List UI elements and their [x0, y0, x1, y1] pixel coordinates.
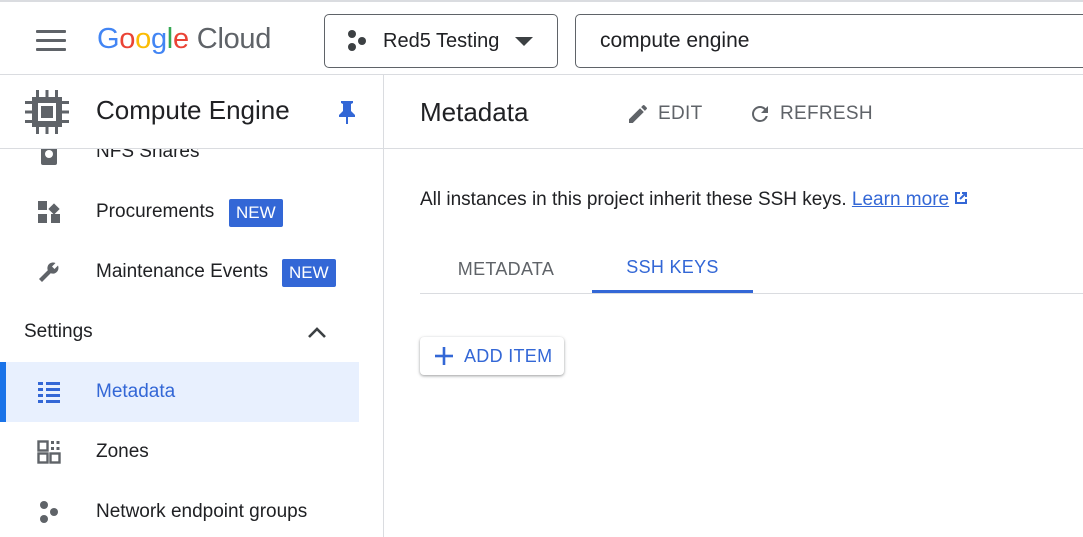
sidebar-item-metadata[interactable]: Metadata — [0, 362, 359, 422]
edit-button[interactable]: EDIT — [626, 99, 702, 129]
add-item-button[interactable]: ADD ITEM — [420, 337, 564, 375]
sidebar-item-label: Zones — [96, 441, 149, 462]
chevron-up-icon — [308, 327, 326, 338]
plus-icon — [435, 347, 453, 365]
ssh-info-text: All instances in this project inherit th… — [420, 189, 970, 211]
add-item-label: ADD ITEM — [464, 345, 553, 366]
sidebar-item-procurements[interactable]: Procurements NEW — [0, 182, 359, 242]
network-endpoint-icon — [40, 501, 58, 523]
refresh-label: REFRESH — [780, 103, 873, 124]
tab-ssh-keys[interactable]: SSH KEYS — [592, 245, 753, 293]
top-bar: Google Cloud Red5 Testing — [0, 0, 1083, 75]
sidebar-title: Compute Engine — [96, 95, 290, 125]
info-message: All instances in this project inherit th… — [420, 189, 847, 210]
google-cloud-logo[interactable]: Google Cloud — [97, 23, 271, 56]
pin-icon[interactable] — [336, 99, 358, 125]
sidebar-item-zones[interactable]: Zones — [0, 422, 359, 482]
metadata-list-icon — [38, 382, 60, 403]
project-name: Red5 Testing — [383, 29, 500, 52]
wrench-icon — [39, 262, 59, 282]
main-content: Metadata EDIT REFRESH All instances in t… — [384, 75, 1083, 537]
sidebar: NFS Shares Compute Engine Procurements N… — [0, 75, 384, 537]
refresh-button[interactable]: REFRESH — [748, 99, 873, 129]
sidebar-item-label: Maintenance Events — [96, 261, 269, 282]
edit-label: EDIT — [658, 103, 703, 124]
pencil-icon — [629, 104, 647, 123]
main-menu-icon[interactable] — [36, 30, 66, 52]
project-hexagons-icon — [348, 30, 366, 51]
settings-section-label: Settings — [24, 321, 93, 342]
main-header: Metadata EDIT REFRESH — [384, 75, 1083, 149]
zones-grid-icon — [37, 440, 61, 464]
sidebar-item-label: Metadata — [96, 381, 176, 402]
settings-section-toggle[interactable]: Settings — [0, 302, 359, 362]
project-picker-button[interactable]: Red5 Testing — [324, 14, 558, 68]
external-link-icon[interactable] — [952, 189, 970, 207]
chevron-down-icon — [515, 36, 534, 46]
new-badge: NEW — [282, 259, 336, 287]
page-title: Metadata — [420, 97, 529, 127]
sidebar-header: Compute Engine — [0, 75, 383, 149]
search-box[interactable] — [575, 14, 1083, 68]
sidebar-item-label: Procurements — [96, 201, 215, 222]
search-input[interactable] — [600, 29, 1080, 53]
learn-more-link[interactable]: Learn more — [852, 189, 949, 210]
sidebar-item-label: Network endpoint groups — [96, 501, 308, 522]
refresh-icon — [752, 106, 768, 122]
compute-engine-chip-icon — [25, 90, 69, 134]
procurements-icon — [38, 201, 60, 223]
new-badge: NEW — [229, 199, 283, 227]
sidebar-item-network-endpoint-groups[interactable]: Network endpoint groups — [0, 482, 359, 537]
metadata-tabs: METADATA SSH KEYS — [420, 245, 1083, 294]
tab-metadata[interactable]: METADATA — [420, 245, 592, 293]
sidebar-item-maintenance-events[interactable]: Maintenance Events NEW — [0, 242, 359, 302]
